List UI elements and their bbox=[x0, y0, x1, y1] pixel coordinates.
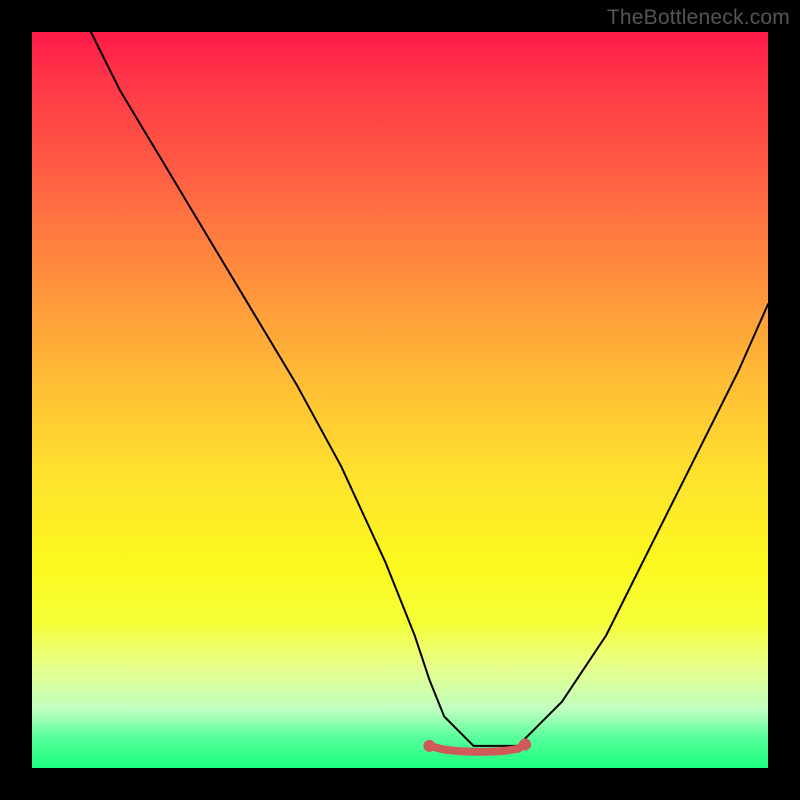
highlight-end-dot bbox=[519, 738, 531, 750]
chart-container: TheBottleneck.com bbox=[0, 0, 800, 800]
highlight-start-dot bbox=[423, 740, 435, 752]
chart-svg bbox=[32, 32, 768, 768]
plot-area bbox=[32, 32, 768, 768]
watermark-text: TheBottleneck.com bbox=[607, 6, 790, 30]
curve-line bbox=[91, 32, 768, 746]
